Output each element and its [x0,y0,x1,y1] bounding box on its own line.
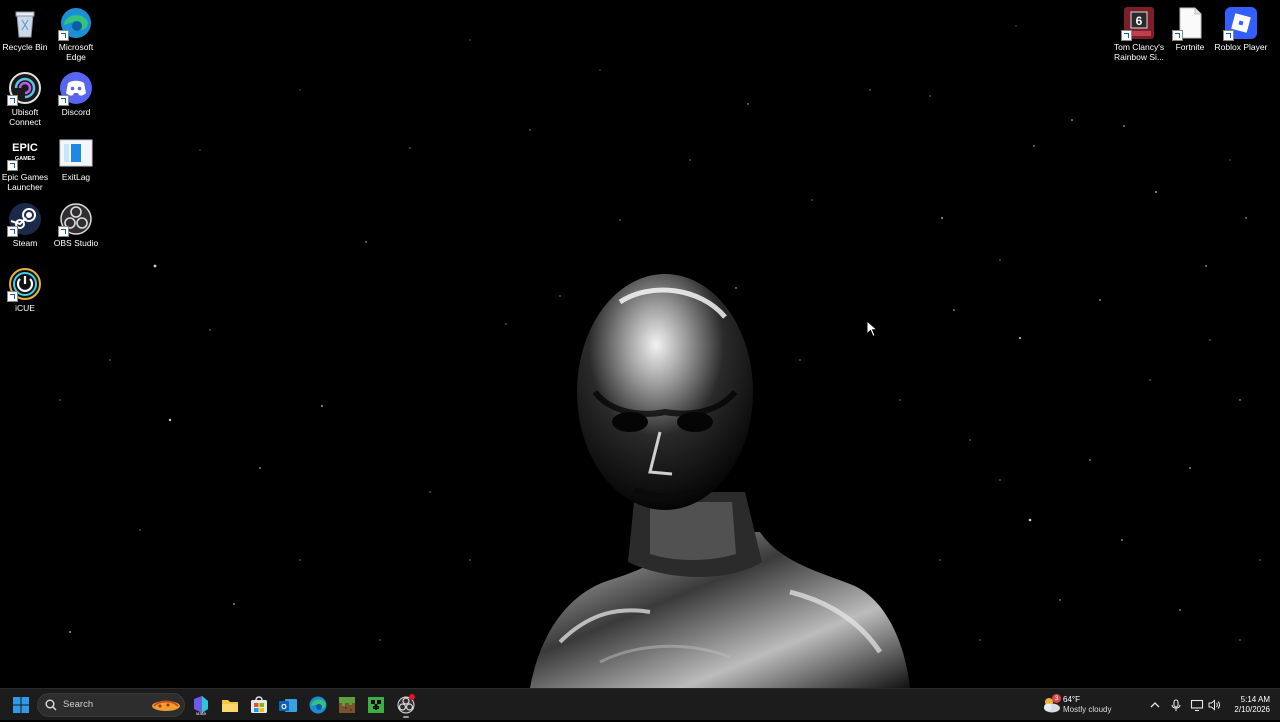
taskbar: Search M365 O 3 64°F Mostly cloudy 5:14 … [0,688,1280,720]
shortcut-arrow-icon [1223,30,1234,41]
weather-alert-badge: 3 [1052,694,1061,703]
creeper-icon [368,697,384,713]
taskbar-minecraft[interactable] [365,693,387,717]
svg-text:6: 6 [1136,14,1143,28]
running-indicator [403,716,409,718]
taskbar-file-explorer[interactable] [219,693,241,717]
roblox-icon [1223,6,1258,41]
clock-date: 2/10/2026 [1234,705,1270,714]
icue-icon [7,267,42,302]
desktop-icon-ubisoft-connect[interactable]: Ubisoft Connect [0,71,50,127]
desktop-icon-label: Microsoft Edge [58,42,94,62]
microphone-tray[interactable] [1169,693,1183,717]
edge-icon [58,6,93,41]
search-box[interactable]: Search [37,693,185,717]
speaker-icon [1208,699,1220,711]
desktop-icon-fortnite[interactable]: Fortnite [1165,6,1215,52]
weather-temperature: 64°F [1063,695,1080,704]
search-label: Search [63,699,94,710]
microphone-icon [1171,699,1181,711]
file-icon [1172,6,1207,41]
desktop-icon-label: Roblox Player [1214,42,1268,52]
chevron-up-icon [1150,702,1160,708]
network-tray[interactable] [1190,693,1204,717]
desktop-icon-label: ExitLag [61,172,91,182]
desktop-icon-exitlag[interactable]: ExitLag [51,136,101,182]
mouse-cursor-icon [866,320,878,338]
obs-icon [58,202,93,237]
clock[interactable]: 5:14 AM 2/10/2026 [1226,693,1274,717]
shortcut-arrow-icon [7,160,18,171]
desktop-icon-obs-studio[interactable]: OBS Studio [51,202,101,248]
search-icon [45,699,57,711]
minecraft-grass-block-icon [339,697,355,713]
recycle-bin-icon [8,6,42,40]
start-button[interactable] [10,693,32,717]
desktop-icon-label: Steam [12,238,38,248]
discord-icon [58,71,93,106]
shortcut-arrow-icon [58,226,69,237]
taskbar-m365-copilot[interactable]: M365 [190,693,212,717]
taskbar-outlook[interactable]: O [277,693,299,717]
outlook-icon: O [279,699,297,712]
svg-text:EPIC: EPIC [12,142,38,154]
desktop-icon-rainbow-six[interactable]: 6 Tom Clancy's Rainbow Si... [1114,6,1164,62]
weather-widget[interactable]: 3 64°F Mostly cloudy [1040,693,1120,717]
desktop-icon-label: Fortnite [1175,42,1205,52]
show-hidden-icons-button[interactable] [1148,693,1162,717]
store-icon [251,696,267,713]
desktop-icon-icue[interactable]: iCUE [0,267,50,313]
shortcut-arrow-icon [7,291,18,302]
desktop-icon-label: OBS Studio [53,238,99,248]
svg-text:O: O [281,704,287,711]
obs-icon [397,694,415,714]
shortcut-arrow-icon [7,95,18,106]
search-highlight-icon [152,700,180,711]
chrome-bust-wallpaper [530,274,910,688]
desktop-icon-steam[interactable]: Steam [0,202,50,248]
rainbow-six-icon: 6 [1121,6,1156,41]
desktop-icon-label: Epic Games Launcher [1,172,49,192]
desktop-icon-label: Ubisoft Connect [9,107,41,127]
desktop-icon-microsoft-edge[interactable]: Microsoft Edge [51,6,101,62]
shortcut-arrow-icon [7,226,18,237]
edge-icon [309,696,327,714]
ubisoft-icon [7,71,42,106]
desktop[interactable]: Recycle Bin Microsoft Edge Ubisoft Conne… [0,0,1280,688]
shortcut-arrow-icon [1121,30,1132,41]
desktop-icon-discord[interactable]: Discord [51,71,101,117]
exitlag-icon [59,136,93,170]
desktop-icon-epic-games-launcher[interactable]: EPIC GAMES Epic Games Launcher [0,136,50,192]
desktop-icon-label: iCUE [15,303,35,313]
taskbar-microsoft-store[interactable] [248,693,270,717]
steam-icon [7,202,42,237]
desktop-icon-label: Tom Clancy's Rainbow Si... [1113,42,1165,62]
volume-tray[interactable] [1207,693,1221,717]
taskbar-microsoft-edge[interactable] [307,693,329,717]
shortcut-arrow-icon [58,95,69,106]
svg-text:M365: M365 [196,711,207,716]
m365-icon: M365 [194,696,208,716]
desktop-icon-roblox-player[interactable]: Roblox Player [1214,6,1268,52]
weather-condition: Mostly cloudy [1063,705,1112,714]
desktop-icon-label: Recycle Bin [2,42,48,52]
taskbar-obs-studio[interactable] [395,693,417,718]
desktop-icon-recycle-bin[interactable]: Recycle Bin [0,6,50,52]
windows-logo-icon [13,697,29,713]
desktop-icon-label: Discord [61,107,91,117]
epic-games-icon: EPIC GAMES [7,136,42,171]
shortcut-arrow-icon [58,30,69,41]
shortcut-arrow-icon [1172,30,1183,41]
taskbar-minecraft-launcher[interactable] [336,693,358,717]
folder-icon [222,700,238,712]
network-monitor-icon [1190,699,1204,712]
clock-time: 5:14 AM [1240,695,1270,704]
